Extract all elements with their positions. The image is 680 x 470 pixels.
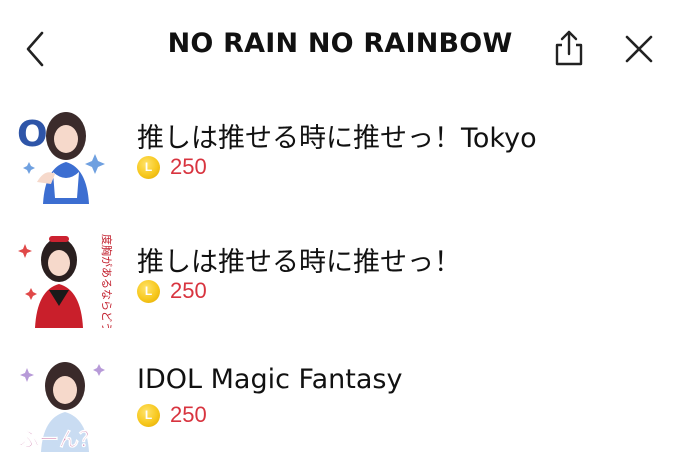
list-item[interactable]: OK 推しは推せる時に推せっ！Tokyo L 250 [0, 98, 680, 222]
thumb-text: 度胸があるならどうぞ [100, 234, 114, 328]
sticker-thumbnail: OK [15, 102, 117, 204]
item-price: 250 [170, 402, 207, 427]
item-price: 250 [170, 154, 207, 179]
coin-icon: L [137, 403, 160, 427]
price-row: L 250 [137, 402, 207, 428]
back-button[interactable] [20, 30, 52, 68]
header-bar: NO RAIN NO RAINBOW [0, 0, 680, 100]
share-icon [555, 30, 583, 66]
list-item[interactable]: 度胸があるならどうぞ 推しは推せる時に推せっ！ L 250 [0, 222, 680, 346]
price-row: L 250 [137, 154, 207, 180]
item-title: IDOL Magic Fantasy [137, 364, 403, 395]
item-title: 推しは推せる時に推せっ！Tokyo [137, 123, 537, 154]
share-button[interactable] [551, 28, 587, 68]
coin-icon: L [137, 155, 160, 179]
thumb-text: ふーん？ [19, 427, 99, 451]
sticker-list: OK 推しは推せる時に推せっ！Tokyo L 250 [0, 98, 680, 470]
sticker-thumbnail: 度胸があるならどうぞ [15, 226, 117, 328]
chevron-left-icon [26, 31, 44, 67]
sticker-thumbnail: ふーん？ [15, 350, 117, 452]
item-price: 250 [170, 278, 207, 303]
coin-icon: L [137, 279, 160, 303]
page-title: NO RAIN NO RAINBOW [167, 28, 513, 59]
price-row: L 250 [137, 278, 207, 304]
list-item[interactable]: ふーん？ IDOL Magic Fantasy L 250 [0, 346, 680, 470]
close-icon [625, 35, 653, 63]
item-title: 推しは推せる時に推せっ！ [137, 247, 461, 278]
close-button[interactable] [622, 32, 656, 66]
